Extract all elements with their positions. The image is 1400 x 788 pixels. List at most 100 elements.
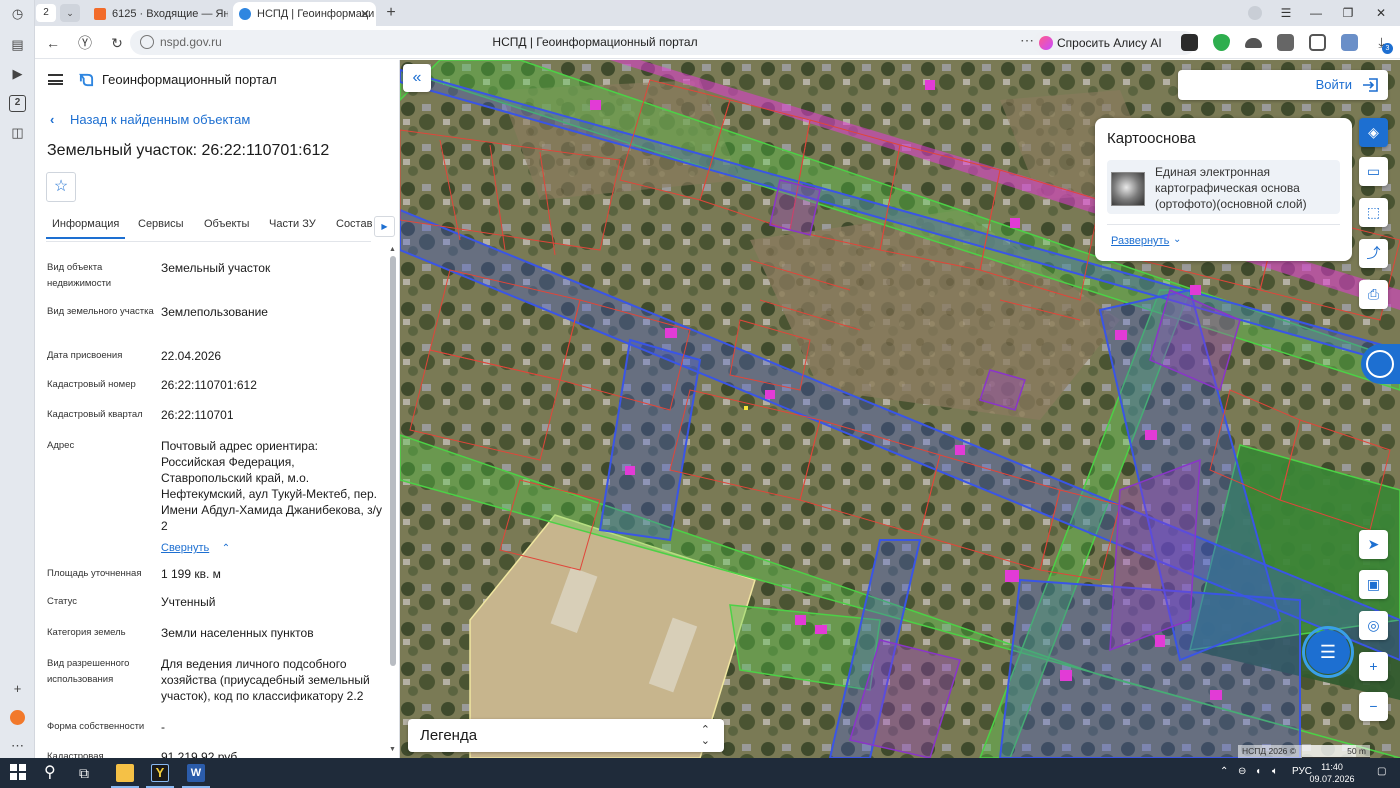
zoom-out-icon[interactable]: − [1359,692,1388,721]
os-taskbar: ⚲ ⧉ Y W ⌃ ⊖ ◖ 🔈︎ РУС 11:40 09.07.2026 ▢ [0,758,1400,788]
tab-composition[interactable]: Состав [336,218,372,230]
address-bar[interactable]: nspd.gov.ru НСПД | Геоинформационный пор… [130,30,1060,55]
expand-collapse-icon: ⌃ ⌄ [700,724,710,747]
basemap-title: Картооснова [1107,130,1196,147]
windows-start-icon[interactable] [10,764,28,782]
minimap-icon[interactable]: ▣ [1359,570,1388,599]
tab-parcel-parts[interactable]: Части ЗУ [269,218,316,230]
field-value: Земли населенных пунктов [161,626,314,640]
tray-app-icon[interactable]: ⊖ [1238,766,1246,777]
extension-icon-4[interactable] [1309,34,1326,51]
chevron-down-icon: ⌄ [1173,234,1182,245]
collections-icon[interactable]: ▤ [9,36,26,53]
screenshot-icon[interactable]: ◫ [9,124,26,141]
field-label: Категория земель [47,627,126,638]
share-icon[interactable]: ⤴ [1359,239,1388,268]
tabs-counter-icon[interactable]: 2 [9,95,26,112]
tray-network-icon[interactable]: ◖ [1255,766,1261,777]
extension-icon-2[interactable] [1245,38,1262,48]
tab-list-chevron-icon[interactable]: ⌄ [60,4,80,22]
tab-objects[interactable]: Объекты [204,218,249,230]
yandex-browser-icon[interactable]: Y [151,764,169,782]
search-icon[interactable]: ⚲ [44,764,62,782]
field-label: Адрес [47,440,75,451]
field-label: Вид земельного участка [47,306,154,317]
browser-tab-strip: 2 ⌄ 6125 · Входящие — Яндекс НСПД | Геои… [0,0,1400,26]
close-window-icon[interactable]: ✕ [1371,3,1391,23]
collapse-address-link[interactable]: Свернуть ⌃ [161,538,230,556]
page-actions-icon[interactable]: ⋯ [1020,32,1034,49]
panel-scrollbar[interactable] [390,256,396,666]
nspd-logo-icon [79,73,94,87]
clock-date: 09.07.2026 [1309,774,1355,784]
legend-toggle[interactable]: Легенда ⌃ ⌄ [408,719,724,752]
add-panel-icon[interactable]: + [9,680,26,697]
search-by-point-icon[interactable]: ◎ [1359,611,1388,640]
collapse-label: Свернуть [161,542,210,554]
collapse-panel-button[interactable]: « [403,64,431,92]
browser-tab-mail[interactable]: 6125 · Входящие — Яндекс [88,2,228,26]
shield-icon[interactable] [1213,34,1230,51]
reload-icon[interactable]: ↻ [107,33,127,53]
field-value: 26:22:110701:612 [161,378,257,392]
object-title: Земельный участок: 26:22:110701:612 [47,142,330,159]
divider [1107,224,1340,225]
menu-icon[interactable] [48,74,63,85]
browser-tab-nspd-label: НСПД | Геоинформаци [257,8,375,20]
history-icon[interactable]: ◷ [9,5,26,22]
tabs-next-arrow-icon[interactable]: ▶ [374,216,395,237]
browser-menu-icon[interactable]: ☰ [1276,3,1296,23]
field-label: Кадастровая [47,751,104,758]
profile-icon[interactable] [1245,3,1265,23]
extension-icon-5[interactable] [1341,34,1358,51]
tab-count-button[interactable]: 2 [36,4,56,22]
browser-tab-nspd[interactable]: НСПД | Геоинформаци ✕ [233,2,376,26]
tab-services[interactable]: Сервисы [138,218,184,230]
basemap-expand-link[interactable]: Развернуть [1111,235,1169,247]
notifications-icon[interactable]: ▢ [1377,766,1386,777]
new-tab-icon[interactable]: + [381,2,401,24]
chat-icon[interactable]: ☰ [1306,630,1350,674]
field-label: Дата присвоения [47,350,123,361]
extension-icon-1[interactable] [1181,34,1198,51]
legend-label: Легенда [420,727,478,744]
field-value-address: Почтовый адрес ориентира: Российская Фед… [161,439,382,533]
favorite-star-icon[interactable]: ☆ [46,172,76,202]
back-icon[interactable]: ← [43,33,63,53]
ruler-icon[interactable]: ▭ [1359,157,1388,186]
tab-information[interactable]: Информация [46,218,126,239]
system-clock[interactable]: 11:40 09.07.2026 [1308,761,1356,785]
field-label: Кадастровый номер [47,379,136,390]
print-icon[interactable]: ⎙ [1359,280,1388,309]
video-icon[interactable]: ▶ [9,65,26,82]
volume-icon[interactable]: 🔈︎ [1272,766,1278,777]
object-info-panel: Геоинформационный портал ‹ Назад к найден… [35,60,400,758]
ask-alisa-button[interactable]: Спросить Алису AI [1033,31,1196,55]
scroll-up-icon[interactable]: ▲ [389,246,396,253]
close-tab-icon[interactable]: ✕ [360,2,370,26]
assistant-button[interactable] [1361,344,1400,384]
more-icon[interactable]: ⋯ [9,737,26,754]
file-explorer-icon[interactable] [116,764,134,782]
extension-icon-3[interactable] [1277,34,1294,51]
scroll-down-icon[interactable]: ▼ [389,746,396,753]
restore-icon[interactable]: ❐ [1338,3,1358,23]
select-area-icon[interactable]: ⬚ [1359,198,1388,227]
layers-icon[interactable]: ◈ [1359,118,1388,147]
basemap-layer-item[interactable]: Единая электронная картографическая осно… [1107,160,1340,214]
geolocation-icon[interactable]: ➤ [1359,530,1388,559]
zoom-in-icon[interactable]: + [1359,652,1388,681]
word-icon[interactable]: W [187,764,205,782]
login-button[interactable]: Войти [1178,70,1388,100]
tray-expand-icon[interactable]: ⌃ [1220,766,1228,777]
field-label: Кадастровый квартал [47,409,143,420]
object-tabs: Информация Сервисы Объекты Части ЗУ Сост… [46,212,372,242]
field-value: 22.04.2026 [161,349,222,363]
field-value: 91 219,92 руб. [161,750,241,758]
portal-title: Геоинформационный портал [102,72,277,87]
task-view-icon[interactable]: ⧉ [79,764,97,782]
alisa-rail-icon[interactable] [9,709,26,726]
yandex-icon[interactable]: Ⓨ [75,33,95,53]
back-to-results-link[interactable]: ‹ Назад к найденным объектам [50,112,250,127]
minimize-icon[interactable]: — [1306,3,1326,23]
